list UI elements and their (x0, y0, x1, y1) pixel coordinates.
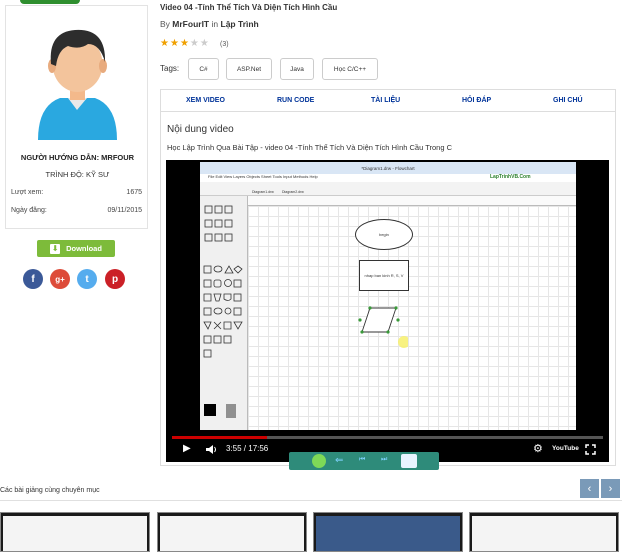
star-icon[interactable]: ★ (160, 38, 170, 49)
tag-csharp[interactable]: C# (188, 58, 219, 80)
by-label: By (160, 19, 170, 29)
tag-java[interactable]: Java (280, 58, 314, 80)
rating-count: (3) (220, 41, 229, 48)
export-icon[interactable] (401, 454, 417, 468)
shape-palette (200, 196, 248, 430)
flow-parallelogram-shape (358, 306, 408, 348)
window-toolbar: Diagram1.drw Diagram2.drw (200, 182, 576, 196)
ruler (248, 196, 576, 206)
related-thumbnail[interactable] (469, 512, 619, 552)
star-icon[interactable]: ★ (190, 38, 200, 49)
pinterest-icon[interactable]: p (105, 269, 125, 289)
home-icon[interactable] (312, 454, 326, 468)
palette-icons (203, 205, 243, 418)
tab-run-code[interactable]: RUN CODE (277, 97, 314, 104)
author-link[interactable]: MrFourIT (172, 19, 209, 29)
related-thumbnail[interactable] (313, 512, 463, 552)
rating-stars[interactable]: ★★★★★ (160, 38, 210, 49)
tags-label: Tags: (160, 64, 180, 73)
window-titlebar: *Diagram1.drw - Flowchart (200, 162, 576, 174)
related-divider (0, 500, 622, 501)
instructor-name: NGƯỜI HƯỚNG DẪN: MRFOUR (20, 153, 135, 162)
time-display: 3:55 / 17:56 (226, 444, 269, 453)
rewind-icon[interactable]: ⏮ (359, 456, 365, 464)
tab-xem-video[interactable]: XEM VIDEO (186, 97, 225, 104)
facebook-icon[interactable]: f (23, 269, 43, 289)
doc-tab-1: Diagram1.drw (252, 190, 274, 194)
star-icon[interactable]: ★ (170, 38, 180, 49)
instructor-level: TRÌNH ĐỘ: KỸ SƯ (45, 170, 110, 179)
views-value: 1675 (126, 189, 142, 196)
download-label: Download (66, 244, 102, 253)
flow-begin-shape: begin (355, 219, 413, 250)
video-frame: *Diagram1.drw - Flowchart File Edit View… (200, 162, 576, 430)
play-icon[interactable]: ▶ (183, 443, 191, 454)
views-label: Lượt xem: (11, 189, 44, 196)
instructor-card: NGƯỜI HƯỚNG DẪN: MRFOUR TRÌNH ĐỘ: KỸ SƯ … (5, 5, 148, 229)
youtube-logo[interactable]: YouTube (552, 445, 579, 452)
progress-played (172, 436, 267, 439)
date-row: Ngày đăng: 09/11/2015 (11, 207, 142, 214)
tag-hoc-c[interactable]: Học C/C++ (322, 58, 378, 80)
video-title: Video 04 -Tính Thể Tích Và Diện Tích Hìn… (160, 3, 338, 12)
fullscreen-icon[interactable] (585, 444, 596, 455)
date-value: 09/11/2015 (107, 207, 142, 214)
section-title: Nội dung video (167, 124, 234, 135)
tab-tai-lieu[interactable]: TÀI LIỆU (371, 97, 400, 104)
star-icon[interactable]: ★ (200, 38, 210, 49)
category-link[interactable]: Lập Trình (221, 19, 259, 29)
next-arrow-button[interactable]: › (601, 479, 620, 498)
volume-icon[interactable] (205, 444, 217, 455)
twitter-icon[interactable]: t (77, 269, 97, 289)
prev-arrow-button[interactable]: ‹ (580, 479, 599, 498)
video-subtitle: Học Lập Trình Qua Bài Tập - video 04 -Tí… (167, 143, 453, 152)
byline: By MrFourIT in Lập Trình (160, 19, 259, 29)
in-label: in (211, 19, 219, 29)
tab-hoi-dap[interactable]: HỎI ĐÁP (462, 97, 491, 104)
back-arrow-icon[interactable]: ⇐ (335, 455, 343, 466)
tab-ghi-chu[interactable]: GHI CHÚ (553, 97, 583, 104)
date-label: Ngày đăng: (11, 207, 47, 214)
flow-input-shape: nhap ban kinh R, S, V (359, 260, 409, 291)
related-title: Các bài giảng cùng chuyên mục (0, 487, 100, 494)
video-toolbar-overlay: ⇐ ⏮ ⏭ (289, 452, 439, 470)
star-icon[interactable]: ★ (180, 38, 190, 49)
download-icon: ⬇ (50, 243, 61, 254)
doc-tab-2: Diagram2.drw (282, 190, 304, 194)
download-button[interactable]: ⬇ Download (37, 240, 115, 257)
top-banner-edge (20, 0, 80, 4)
avatar (38, 29, 117, 140)
views-row: Lượt xem: 1675 (11, 189, 142, 196)
forward-icon[interactable]: ⏭ (381, 456, 387, 464)
site-logo: LapTrinhVB.Com (490, 174, 531, 180)
color-swatch (204, 404, 216, 416)
settings-gear-icon[interactable]: ⚙ (533, 442, 543, 455)
related-thumbnail[interactable] (157, 512, 307, 552)
related-thumbnail[interactable] (0, 512, 150, 552)
tag-aspnet[interactable]: ASP.Net (226, 58, 272, 80)
google-plus-icon[interactable]: g+ (50, 269, 70, 289)
flowchart-canvas: begin nhap ban kinh R, S, V (248, 206, 576, 430)
